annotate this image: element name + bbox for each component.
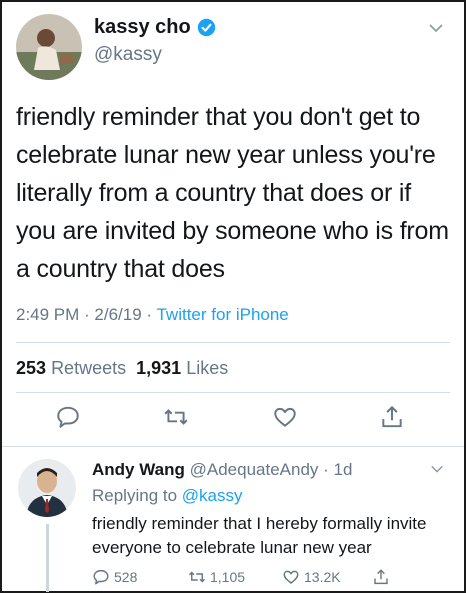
chevron-down-icon[interactable] — [430, 462, 444, 476]
tweet-actions — [2, 404, 466, 434]
reply-count: 528 — [114, 569, 138, 585]
author-avatar[interactable] — [16, 14, 82, 80]
share-icon — [374, 569, 388, 585]
tweet-screenshot: kassy cho @kassy friendly reminder that … — [0, 0, 466, 593]
reply-time[interactable]: · 1d — [318, 460, 352, 479]
reply-like-button[interactable]: 13.2K — [282, 568, 341, 586]
likes-count: 1,931 — [136, 358, 182, 378]
reply-author-avatar[interactable] — [18, 459, 76, 517]
author-name-row: kassy cho — [94, 16, 216, 39]
tweet-text: friendly reminder that you don't get to … — [16, 103, 449, 283]
reply-icon — [93, 569, 109, 585]
retweets-count: 253 — [16, 358, 47, 378]
tweet-meta: 2:49 PM · 2/6/19 · Twitter for iPhone — [16, 305, 289, 325]
like-count: 13.2K — [304, 569, 341, 585]
like-icon[interactable] — [272, 404, 298, 430]
replying-to-label: Replying to — [92, 486, 182, 505]
retweets-label: Retweets — [51, 358, 127, 378]
replying-to-mention[interactable]: @kassy — [182, 486, 243, 505]
tweet-timestamp[interactable]: 2:49 PM · 2/6/19 · — [16, 305, 156, 324]
reply-share-button[interactable] — [372, 568, 390, 586]
chevron-down-icon[interactable] — [428, 20, 444, 36]
reply-text: friendly reminder that I hereby formally… — [92, 514, 427, 557]
retweet-icon — [188, 571, 206, 583]
reply-author-name[interactable]: Andy Wang — [92, 460, 185, 479]
author-name[interactable]: kassy cho — [94, 16, 191, 39]
likes-stat[interactable]: 1,931 Likes — [136, 358, 228, 378]
divider — [2, 446, 464, 447]
reply-retweet-button[interactable]: 1,105 — [188, 568, 245, 586]
author-handle[interactable]: @kassy — [94, 44, 162, 66]
tweet-source[interactable]: Twitter for iPhone — [156, 305, 288, 324]
reply-reply-button[interactable]: 528 — [92, 568, 137, 586]
likes-label: Likes — [186, 358, 229, 378]
reply-actions: 528 1,105 13.2K — [2, 568, 466, 590]
share-icon[interactable] — [379, 404, 405, 430]
retweet-count: 1,105 — [210, 569, 246, 585]
like-icon — [283, 570, 299, 584]
reply-icon[interactable] — [55, 404, 81, 430]
divider — [16, 342, 450, 343]
reply-author-handle[interactable]: @AdequateAndy — [190, 460, 319, 479]
replying-to: Replying to @kassy — [92, 486, 243, 506]
retweet-icon[interactable] — [163, 404, 189, 430]
tweet-stats: 253 Retweets 1,931 Likes — [16, 358, 228, 379]
verified-badge-icon — [197, 18, 215, 37]
retweets-stat[interactable]: 253 Retweets — [16, 358, 126, 378]
reply-header: Andy Wang @AdequateAndy · 1d — [92, 460, 352, 480]
divider — [16, 392, 450, 393]
